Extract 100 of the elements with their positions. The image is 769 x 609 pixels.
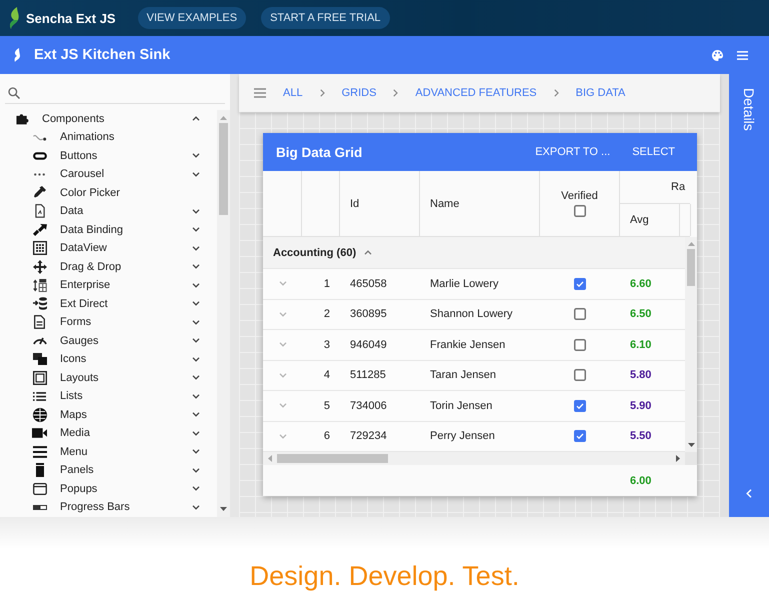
chevron-down-icon[interactable] xyxy=(192,430,200,436)
chevron-down-icon[interactable] xyxy=(192,246,200,251)
nav-item[interactable]: Gauges xyxy=(0,332,217,350)
table-row[interactable]: 3 946049 Frankie Jensen 6.10 xyxy=(263,330,685,360)
chevron-right-icon xyxy=(320,89,325,97)
nav-item[interactable]: Popups xyxy=(0,480,217,498)
column-header[interactable]: Avg xyxy=(620,204,680,236)
nav-item[interactable]: Icons xyxy=(0,350,217,368)
table-row[interactable]: 2 360895 Shannon Lowery 6.50 xyxy=(263,300,685,330)
chevron-down-icon[interactable] xyxy=(192,208,200,214)
nav-item[interactable]: Carousel xyxy=(0,165,217,184)
nav-button[interactable]: VIEW EXAMPLES xyxy=(138,7,246,29)
chevron-down-icon[interactable] xyxy=(192,468,200,473)
chevron-left-icon[interactable] xyxy=(746,489,752,498)
checkbox[interactable] xyxy=(574,278,586,290)
tool-button[interactable]: SELECT xyxy=(628,142,679,162)
chevron-up-icon[interactable] xyxy=(192,116,200,122)
checkbox[interactable] xyxy=(574,430,586,442)
chevron-down-icon[interactable] xyxy=(192,227,200,232)
breadcrumb-link[interactable]: BIG DATA xyxy=(576,87,626,99)
table-row[interactable]: 1 465058 Marlie Lowery 6.60 xyxy=(263,269,685,300)
chevron-down-icon[interactable] xyxy=(192,375,200,380)
table-cell-text: 6.50 xyxy=(629,308,652,320)
table-cell-text: 465058 xyxy=(349,278,388,290)
nav-item[interactable]: Enterprise xyxy=(0,276,217,294)
nav-item[interactable]: Forms xyxy=(0,313,217,332)
scrollbar[interactable] xyxy=(685,237,697,452)
group-header[interactable]: Accounting (60) xyxy=(263,237,685,269)
arrow-down-icon[interactable] xyxy=(688,443,694,447)
table-row[interactable]: 4 511285 Taran Jensen 5.80 xyxy=(263,360,685,391)
table-row[interactable]: 5 734006 Torin Jensen 5.90 xyxy=(263,391,685,422)
scrollbar-thumb[interactable] xyxy=(687,249,695,286)
table-cell-text: 360895 xyxy=(349,308,388,320)
scrollbar-thumb[interactable] xyxy=(219,122,228,214)
tagline: Design. Develop. Test. xyxy=(250,560,520,592)
checkbox[interactable] xyxy=(574,205,586,217)
chevron-down-icon[interactable] xyxy=(192,356,200,362)
column-header[interactable]: Id xyxy=(340,171,420,236)
nav-item[interactable]: Components xyxy=(0,110,217,128)
table-row[interactable]: 6 729234 Perry Jensen 5.50 xyxy=(263,422,685,452)
breadcrumb-link[interactable]: ALL xyxy=(283,87,303,99)
nav-item[interactable]: Lists xyxy=(0,387,217,406)
chevron-down-icon[interactable] xyxy=(192,320,200,325)
chevron-down-icon[interactable] xyxy=(192,449,200,454)
table-cell-text: Marlie Lowery xyxy=(429,278,500,290)
chevron-down-icon[interactable] xyxy=(192,264,200,270)
nav-button[interactable]: START A FREE TRIAL xyxy=(261,7,390,29)
scrollbar[interactable] xyxy=(217,110,230,517)
checkbox[interactable] xyxy=(574,400,586,412)
checkbox[interactable] xyxy=(574,338,586,351)
chevron-down-icon[interactable] xyxy=(192,412,200,418)
menu-icon[interactable] xyxy=(254,88,266,98)
table-cell-text: 5.90 xyxy=(629,400,652,412)
nav-item[interactable]: Drag & Drop xyxy=(0,258,217,276)
nav-item[interactable]: DataView xyxy=(0,239,217,258)
chevron-up-icon[interactable] xyxy=(364,250,372,255)
panel-title[interactable]: Details xyxy=(741,88,757,131)
chevron-down-icon[interactable] xyxy=(192,504,200,510)
nav-item[interactable]: Progress Bars xyxy=(0,498,217,516)
scrollbar[interactable] xyxy=(263,452,697,465)
scrollbar-thumb[interactable] xyxy=(277,454,388,463)
arrow-right-icon[interactable] xyxy=(676,455,680,462)
breadcrumb-link[interactable]: GRIDS xyxy=(342,87,376,99)
nav-item[interactable]: Menu xyxy=(0,442,217,461)
nav-item[interactable]: Layouts xyxy=(0,368,217,387)
checkbox[interactable] xyxy=(574,308,586,320)
list-icon xyxy=(33,392,46,401)
arrow-down-icon[interactable] xyxy=(220,507,227,511)
row-number: 4 xyxy=(324,369,331,382)
column-group-header[interactable]: Ra xyxy=(620,171,690,204)
app-title: Ext JS Kitchen Sink xyxy=(34,47,170,63)
table-cell-text: 729234 xyxy=(349,430,388,442)
tool-button[interactable]: EXPORT TO ... xyxy=(531,142,614,162)
nav-item[interactable]: Panels xyxy=(0,461,217,480)
palette-icon[interactable] xyxy=(712,50,723,60)
table-cell-text: 5.50 xyxy=(629,430,652,442)
nav-item[interactable]: Buttons xyxy=(0,146,217,165)
breadcrumb-link[interactable]: ADVANCED FEATURES xyxy=(415,87,537,99)
panel-title: Big Data Grid xyxy=(276,144,362,160)
nav-item[interactable]: Data xyxy=(0,202,217,220)
chevron-down-icon[interactable] xyxy=(192,338,200,344)
chevron-down-icon[interactable] xyxy=(192,172,200,177)
nav-item[interactable]: Data Binding xyxy=(0,220,217,239)
table-cell-text: Shannon Lowery xyxy=(429,308,514,320)
chevron-down-icon[interactable] xyxy=(192,486,200,492)
gauge-icon xyxy=(32,336,46,346)
column-header[interactable]: Name xyxy=(420,171,540,236)
checkbox[interactable] xyxy=(574,369,586,382)
pill-icon xyxy=(32,152,46,160)
column-header[interactable]: Verified xyxy=(540,171,620,236)
nav-item[interactable]: Animations xyxy=(0,128,217,146)
chevron-down-icon[interactable] xyxy=(192,153,200,158)
nav-item[interactable]: Media xyxy=(0,424,217,442)
row-number: 1 xyxy=(324,278,331,290)
nav-item[interactable]: Ext Direct xyxy=(0,294,217,313)
chevron-down-icon[interactable] xyxy=(192,282,200,288)
nav-item[interactable]: Color Picker xyxy=(0,184,217,202)
chevron-down-icon[interactable] xyxy=(192,301,200,306)
nav-item[interactable]: Maps xyxy=(0,406,217,424)
chevron-down-icon[interactable] xyxy=(192,394,200,399)
